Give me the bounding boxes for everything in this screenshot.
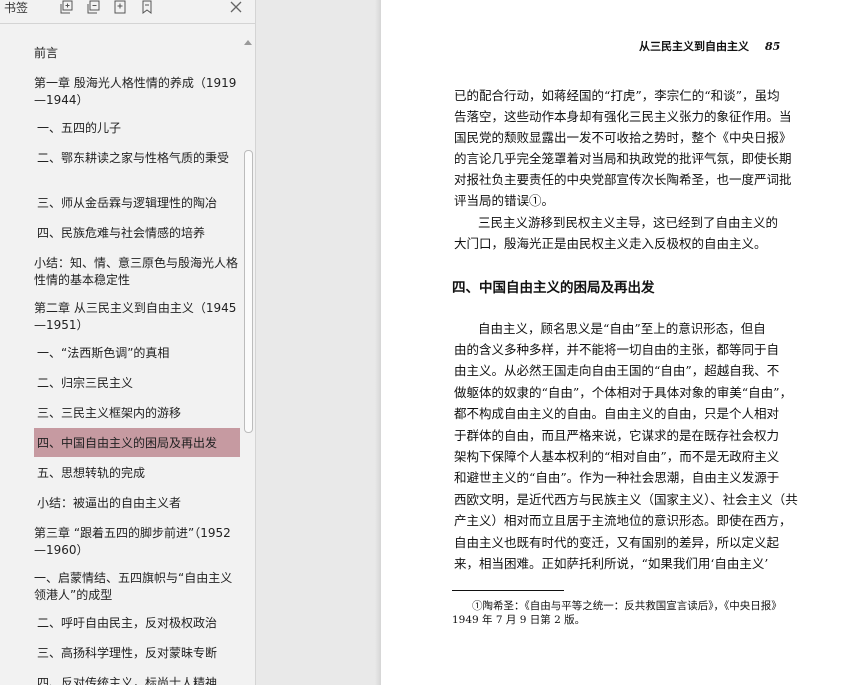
bookmark-item[interactable]: 二、鄂东耕读之家与性格气质的秉受 — [37, 150, 242, 167]
expand-all-icon[interactable] — [60, 0, 74, 14]
body-line: 三民主义游移到民权主义主导，这已经到了自由主义的 — [478, 215, 779, 230]
bookmark-item[interactable]: 二、归宗三民主义 — [37, 375, 242, 392]
footnote-line: ①陶希圣：《自由与平等之统一：反共救国宣言读后》，《中央日报》 — [472, 600, 782, 612]
section-heading: 四、中国自由主义的困局及再出发 — [452, 280, 655, 296]
bookmark-item[interactable]: 三、三民主义框架内的游移 — [37, 405, 242, 422]
body-line: 做躯体的奴隶的“自由”，个体相对于具体对象的审美“自由”， — [454, 385, 793, 400]
bookmark-item[interactable]: 二、呼吁自由民主，反对极权政治 — [37, 615, 242, 632]
bookmark-list: 前言 第一章 殷海光人格性情的养成（1919—1944） 一、五四的儿子 二、鄂… — [0, 38, 242, 685]
body-line: 西欧文明，是近代西方与民族主义（国家主义）、社会主义（共 — [454, 492, 798, 507]
body-line: 对报社负主要责任的中央党部宣传次长陶希圣，也一度严词批 — [454, 172, 792, 187]
bookmarks-scrollbar[interactable] — [242, 38, 255, 685]
scrollbar-thumb[interactable] — [244, 150, 253, 433]
bookmark-item[interactable]: 小结：知、情、意三原色与殷海光人格性情的基本稳定性 — [34, 255, 240, 289]
bookmark-item[interactable]: 前言 — [34, 45, 240, 62]
add-bookmark-icon[interactable] — [113, 0, 127, 14]
bookmark-item[interactable]: 五、思想转轨的完成 — [37, 465, 242, 482]
bookmark-item[interactable]: 一、启蒙情结、五四旗帜与“自由主义领港人”的成型 — [34, 570, 240, 604]
running-head: 从三民主义到自由主义 — [639, 40, 749, 53]
bookmark-item[interactable]: 三、高扬科学理性，反对蒙昧专断 — [37, 645, 242, 662]
bookmark-options-icon[interactable] — [140, 0, 154, 14]
bookmarks-toolbar: 书签 — [0, 0, 255, 22]
body-line: 来，相当困难。正如萨托利所说，“如果我们用‘自由主义’ — [454, 556, 769, 571]
body-line: 架构下保障个人基本权利的“相对自由”，而不是无政府主义 — [454, 449, 780, 464]
bookmark-item-selected[interactable]: 四、中国自由主义的困局及再出发 — [37, 435, 242, 452]
bookmark-item[interactable]: 小结：被逼出的自由主义者 — [37, 495, 242, 512]
bookmarks-panel: 书签 前言 第一章 殷海光人格性情的养成（1919—1944） 一、五四的儿子 … — [0, 0, 256, 685]
body-line: 于群体的自由，而且严格来说，它谋求的是在既存社会权力 — [454, 428, 780, 443]
body-line: 告落空，这些动作本身却有强化三民主义张力的象征作用。当 — [454, 109, 792, 124]
bookmark-item[interactable]: 一、五四的儿子 — [37, 120, 242, 137]
body-line: 评当局的错误①。 — [454, 193, 555, 208]
body-line: 和避世主义的“自由”。作为一种社会思潮，自由主义发源于 — [454, 470, 780, 485]
body-line: 已的配合行动，如蒋经国的“打虎”，李宗仁的“和谈”，虽均 — [454, 88, 780, 103]
footnote-rule — [452, 590, 564, 591]
page-number: 85 — [765, 40, 781, 53]
toolbar-divider — [0, 23, 255, 24]
bookmarks-title: 书签 — [4, 1, 29, 15]
body-line: 产主义）相对而立且居于主流地位的意识形态。即使在西方， — [454, 513, 792, 528]
bookmark-item[interactable]: 第一章 殷海光人格性情的养成（1919—1944） — [34, 75, 240, 109]
body-line: 国民党的颓败显露出一发不可收拾之势时，整个《中央日报》 — [454, 130, 792, 145]
bookmark-item[interactable]: 第三章 “跟着五四的脚步前进”（1952—1960） — [34, 525, 240, 559]
body-line: 由主义。从必然王国走向自由王国的“自由”，超越自我、不 — [454, 363, 780, 378]
body-line: 由的含义多种多样，并不能将一切自由的主张，都等同于自 — [454, 342, 780, 357]
close-icon[interactable] — [229, 0, 243, 14]
bookmark-item[interactable]: 一、“法西斯色调”的真相 — [37, 345, 242, 362]
body-line: 的言论几乎完全笼罩着对当局和执政党的批评气氛，即使长期 — [454, 151, 792, 166]
document-page: 从三民主义到自由主义 85 已的配合行动，如蒋经国的“打虎”，李宗仁的“和谈”，… — [381, 0, 865, 685]
scroll-up-arrow-icon[interactable] — [244, 40, 252, 45]
body-line: 大门口，殷海光正是由民权主义走入反极权的自由主义。 — [454, 236, 767, 251]
bookmark-item[interactable]: 三、师从金岳霖与逻辑理性的陶冶 — [37, 195, 242, 212]
bookmark-item[interactable]: 四、民族危难与社会情感的培养 — [37, 225, 242, 242]
body-line: 都不构成自由主义的自由。自由主义的自由，只是个人相对 — [454, 406, 780, 421]
body-line: 自由主义，顾名思义是“自由”至上的意识形态，但自 — [478, 321, 766, 336]
body-line: 自由主义也既有时代的变迁，又有国别的差异，所以定义起 — [454, 535, 780, 550]
footnote-line: 1949 年 7 月 9 日第 2 版。 — [452, 614, 586, 626]
bookmark-item[interactable]: 四、反对传统主义，标尚士人精神 — [37, 675, 242, 685]
collapse-all-icon[interactable] — [87, 0, 101, 14]
bookmark-item[interactable]: 第二章 从三民主义到自由主义（1945—1951） — [34, 300, 240, 334]
